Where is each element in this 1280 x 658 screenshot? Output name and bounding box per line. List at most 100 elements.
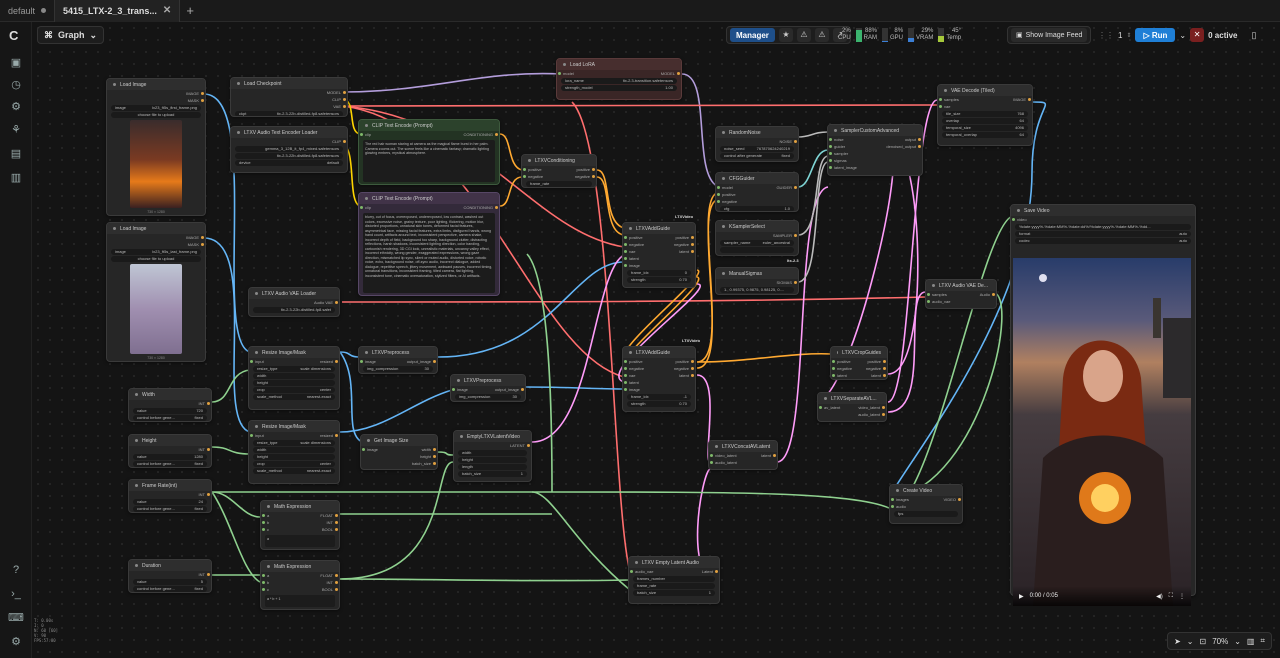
prompt-textarea[interactable]: The red hair woman staring at camera as … <box>363 140 495 182</box>
output-mask[interactable]: MASK <box>188 97 199 104</box>
text-encoder-select[interactable]: gemma_3_12B_it_fp4_mixed.safetensors <box>235 146 343 152</box>
minimap-icon[interactable]: ▥ <box>1247 637 1255 646</box>
input-positive[interactable]: positive <box>629 234 643 241</box>
node-load-image-first[interactable]: Load Image IMAGE MASK image lx23_ft5s_fir… <box>106 78 206 216</box>
output-model[interactable]: MODEL <box>327 89 341 96</box>
input-positive[interactable]: positive <box>629 358 643 365</box>
node-audio-text-encoder-loader[interactable]: LTXV Audio Text Encoder Loader CLIP gemm… <box>230 126 348 173</box>
temporal-size-input[interactable]: temporal_size 4096 <box>942 125 1028 131</box>
output-latent[interactable]: latent <box>871 372 881 379</box>
input-positive[interactable]: positive <box>837 358 851 365</box>
frame-rate-input[interactable]: frame_rate <box>633 583 715 589</box>
output-audio-vae[interactable]: Audio VAE <box>314 299 333 306</box>
node-audio-vae-loader[interactable]: LTXV Audio VAE Loader Audio VAE ltx-2.3-… <box>248 287 340 317</box>
node-clip-negative[interactable]: CLIP Text Encode (Prompt) clip CONDITIONI… <box>358 192 500 296</box>
node-frame-rate[interactable]: Frame Rate(int) INT value 24 control befo… <box>128 479 212 513</box>
node-empty-latent-audio[interactable]: LTXV Empty Latent Audio audio_vae Latent … <box>628 556 720 604</box>
input-positive[interactable]: positive <box>722 191 736 198</box>
node-duration[interactable]: Duration INT value 5 control before gene.… <box>128 559 212 593</box>
comfy-logo-icon[interactable]: C <box>9 28 18 43</box>
output-resized[interactable]: resized <box>320 432 333 439</box>
queue-icon[interactable]: ◷ <box>8 77 24 93</box>
input-vae[interactable]: vae <box>944 103 950 110</box>
warning-icon[interactable]: ⚠ <box>796 28 811 42</box>
output-negative[interactable]: negative <box>866 365 881 372</box>
output-guider[interactable]: GUIDER <box>776 184 792 191</box>
node-separate-av-latent[interactable]: LTXVSeparateAVL... av_latent video_latent… <box>817 392 887 422</box>
images-icon[interactable]: ▣ <box>8 55 24 71</box>
show-image-feed-button[interactable]: ▣ Show Image Feed <box>1011 28 1088 42</box>
output-latent[interactable]: latent <box>761 452 771 459</box>
output-width[interactable]: width <box>422 446 431 453</box>
width-input[interactable]: width <box>253 447 335 453</box>
node-ksampler-select[interactable]: KSamplerSelect SAMPLER sampler_name euler… <box>715 220 799 256</box>
upload-button[interactable]: choose file to upload <box>111 112 201 118</box>
strength-input[interactable]: strength 0.70 <box>627 277 691 283</box>
frame-rate-input[interactable]: frame_rate <box>526 181 592 187</box>
frames-number-input[interactable]: frames_number <box>633 576 715 582</box>
output-positive[interactable]: positive <box>867 358 881 365</box>
input-input[interactable]: input <box>255 358 264 365</box>
control-after-generate-select[interactable]: control after generate fixed <box>720 153 794 159</box>
model-library-icon[interactable]: ⚘ <box>8 122 24 138</box>
input-negative[interactable]: negative <box>837 365 852 372</box>
output-conditioning[interactable]: CONDITIONING <box>463 204 493 211</box>
sampler-name-select[interactable]: sampler_name euler_ancestral <box>720 240 794 246</box>
node-create-video[interactable]: Create Video images VIDEO audio fps <box>889 484 963 524</box>
output-image[interactable]: output_image <box>495 386 519 393</box>
output-int[interactable]: INT <box>199 571 205 578</box>
crop-select[interactable]: crop center <box>253 387 335 393</box>
output-mask[interactable]: MASK <box>188 241 199 248</box>
star-icon[interactable]: ★ <box>778 28 793 42</box>
input-samples[interactable]: samples <box>944 96 959 103</box>
output-audio-latent[interactable]: audio_latent <box>858 411 880 418</box>
stepper-icon[interactable]: ⇕ <box>1126 32 1131 39</box>
value-input[interactable]: value 24 <box>133 499 207 505</box>
run-options-chevron-icon[interactable]: ⌄ <box>1179 31 1186 40</box>
expression-input[interactable]: a * b + 1 <box>265 595 335 607</box>
node-math-expression-1[interactable]: Math Expression a FLOAT b INT c BOOL a <box>260 500 340 550</box>
noise-seed-input[interactable]: noise_seed 767870624240219 <box>720 146 794 152</box>
crop-select[interactable]: crop center <box>253 461 335 467</box>
active-queue-count[interactable]: 0 active <box>1208 31 1237 40</box>
input-negative[interactable]: negative <box>722 198 737 205</box>
input-noise[interactable]: noise <box>834 136 844 143</box>
input-negative[interactable]: negative <box>528 173 543 180</box>
height-input[interactable]: height <box>458 457 527 463</box>
input-audio-vae[interactable]: audio_vae <box>635 568 653 575</box>
input-av-latent[interactable]: av_latent <box>824 404 840 411</box>
tab-active-workflow[interactable]: 5415_LTX-2_3_trans... ✕ <box>54 0 181 22</box>
output-latent[interactable]: LATENT <box>510 442 525 449</box>
chevron-down-icon[interactable]: ⌄ <box>1187 637 1194 646</box>
node-get-image-size[interactable]: Get Image Size image width height batch_s… <box>360 434 438 470</box>
prompt-textarea[interactable]: blurry, out of focus, overexposed, under… <box>363 213 495 293</box>
input-b[interactable]: b <box>267 579 269 586</box>
output-positive[interactable]: positive <box>675 234 689 241</box>
input-video-latent[interactable]: video_latent <box>715 452 737 459</box>
input-b[interactable]: b <box>267 519 269 526</box>
input-vae[interactable]: vae <box>629 372 635 379</box>
node-cfg-guider[interactable]: CFGGuider model GUIDER positive negative … <box>715 172 799 212</box>
fps-input[interactable]: fps <box>894 511 958 517</box>
resize-type-select[interactable]: resize_type scale dimensions <box>253 440 335 446</box>
node-clip-positive[interactable]: CLIP Text Encode (Prompt) clip CONDITIONI… <box>358 119 500 185</box>
tile-size-input[interactable]: tile_size 768 <box>942 111 1028 117</box>
input-clip[interactable]: clip <box>365 131 371 138</box>
output-positive[interactable]: positive <box>576 166 590 173</box>
node-addguide-first[interactable]: LTXVAddGuide positive positive negative ne… <box>622 222 696 288</box>
input-c[interactable]: c <box>267 526 269 533</box>
input-model[interactable]: model <box>563 70 574 77</box>
input-a[interactable]: a <box>267 512 269 519</box>
input-sigmas[interactable]: sigmas <box>834 157 847 164</box>
batch-size-input[interactable]: batch_size 1 <box>633 590 715 596</box>
output-sampler[interactable]: SAMPLER <box>773 232 792 239</box>
expression-input[interactable]: a <box>265 535 335 547</box>
length-input[interactable]: length <box>458 464 527 470</box>
input-negative[interactable]: negative <box>629 365 644 372</box>
chevron-down-icon[interactable]: ⌄ <box>1234 637 1241 646</box>
input-images[interactable]: images <box>896 496 909 503</box>
node-width[interactable]: Width INT value 720 control before gene..… <box>128 388 212 422</box>
output-bool[interactable]: BOOL <box>322 586 333 593</box>
output-latent[interactable]: Latent <box>702 568 713 575</box>
node-manual-sigmas[interactable]: ManualSigmas SIGMAS 1., 0.99375, 0.9875,… <box>715 267 799 295</box>
